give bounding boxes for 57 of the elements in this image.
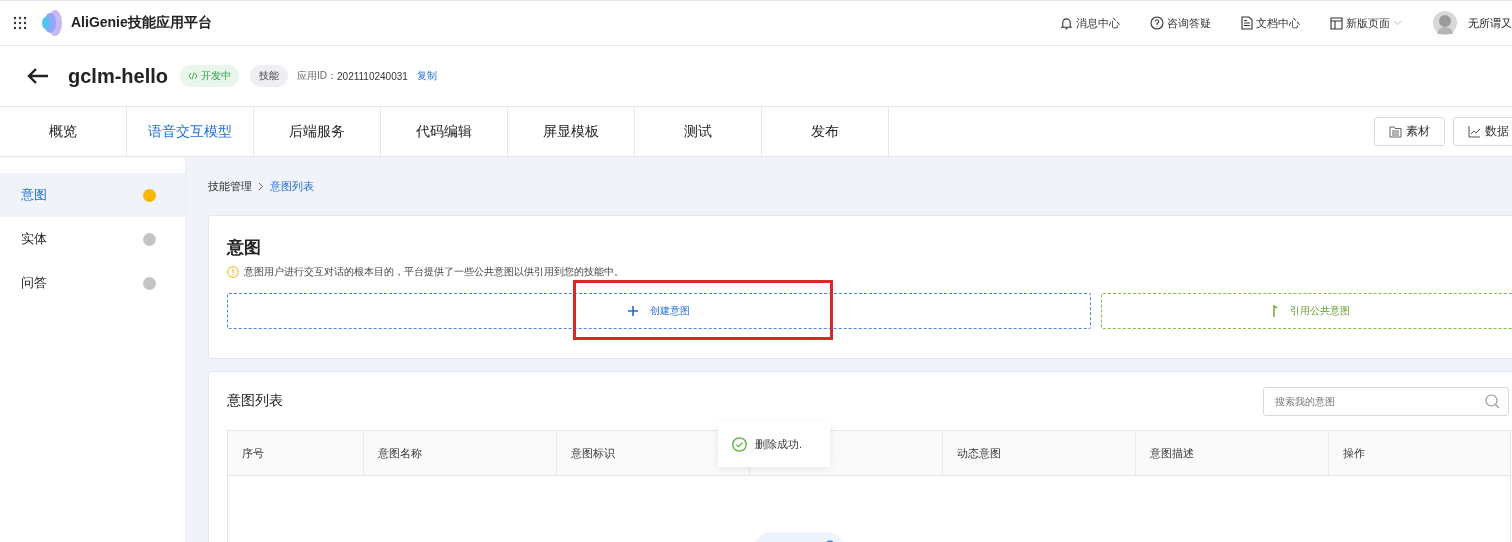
- copy-link[interactable]: 复制: [416, 69, 437, 83]
- nav-tab[interactable]: 测试: [635, 107, 762, 156]
- plus-icon: [628, 306, 638, 316]
- card-title: 意图: [227, 237, 262, 259]
- top-nav-link[interactable]: 新版页面: [1330, 15, 1402, 31]
- back-arrow-icon[interactable]: [26, 67, 50, 85]
- sidebar-item[interactable]: 实体: [0, 217, 185, 261]
- user-name[interactable]: 无所谓又: [1468, 15, 1512, 31]
- type-tag: 技能: [250, 65, 288, 87]
- info-icon: [227, 266, 239, 278]
- code-icon: [188, 72, 198, 80]
- status-label: 开发中: [201, 69, 231, 83]
- skill-title: gclm-hello: [68, 64, 168, 88]
- reference-icon: [1272, 305, 1278, 317]
- breadcrumb-current: 意图列表: [270, 178, 314, 194]
- top-nav-link[interactable]: 咨询答疑: [1150, 15, 1211, 31]
- column-header: 意图名称: [364, 431, 557, 475]
- sidebar-item[interactable]: 意图: [0, 173, 185, 217]
- create-intent-button[interactable]: 创建意图: [227, 293, 1091, 329]
- toolbar-button[interactable]: 素材: [1374, 117, 1445, 146]
- sidebar-label: 意图: [21, 186, 47, 204]
- sidebar-label: 实体: [21, 230, 47, 248]
- success-check-icon: [732, 436, 747, 452]
- line-chart-icon: [1468, 125, 1481, 138]
- column-header: 动态意图: [943, 431, 1136, 475]
- app-id: 2021110240031: [337, 70, 408, 82]
- help-icon: [1150, 16, 1164, 30]
- top-nav-link[interactable]: 文档中心: [1241, 15, 1300, 31]
- search-field[interactable]: 搜索我的意图: [1263, 386, 1509, 416]
- notice-text: 意图用户进行交互对话的根本目的，平台提供了一些公共意图以供引用到您的技能中。: [244, 265, 624, 279]
- sidebar-label: 问答: [21, 274, 47, 292]
- folder-icon: [1389, 125, 1402, 138]
- bell-icon: [1060, 16, 1073, 30]
- toast-text: 删除成功.: [755, 436, 803, 452]
- column-header: 序号: [228, 431, 364, 475]
- nav-tab[interactable]: 语音交互模型: [127, 107, 254, 156]
- brand-name: AliGenie技能应用平台: [71, 14, 212, 32]
- logo-icon: [41, 9, 63, 37]
- search-icon: [1485, 393, 1500, 409]
- nav-tab[interactable]: 发布: [762, 107, 889, 156]
- top-nav-link[interactable]: 消息中心: [1060, 15, 1120, 31]
- breadcrumb-link[interactable]: 技能管理: [208, 178, 252, 194]
- list-title: 意图列表: [227, 392, 283, 410]
- document-icon: [1241, 16, 1253, 30]
- nav-tab[interactable]: 代码编辑: [381, 107, 508, 156]
- chevron-right-icon: [258, 181, 264, 191]
- nav-tab[interactable]: 屏显模板: [508, 107, 635, 156]
- nav-tab[interactable]: 概览: [0, 107, 127, 156]
- column-header: 意图描述: [1136, 431, 1329, 475]
- nav-tab[interactable]: 后端服务: [254, 107, 381, 156]
- avatar[interactable]: [1432, 10, 1458, 36]
- sidebar-item[interactable]: 问答: [0, 261, 185, 305]
- column-header: 操作: [1329, 431, 1512, 475]
- layout-icon: [1330, 16, 1343, 30]
- toolbar-button[interactable]: 数据: [1453, 117, 1512, 146]
- app-id-label: 应用ID：: [297, 69, 337, 83]
- app-grid-icon[interactable]: [13, 16, 27, 30]
